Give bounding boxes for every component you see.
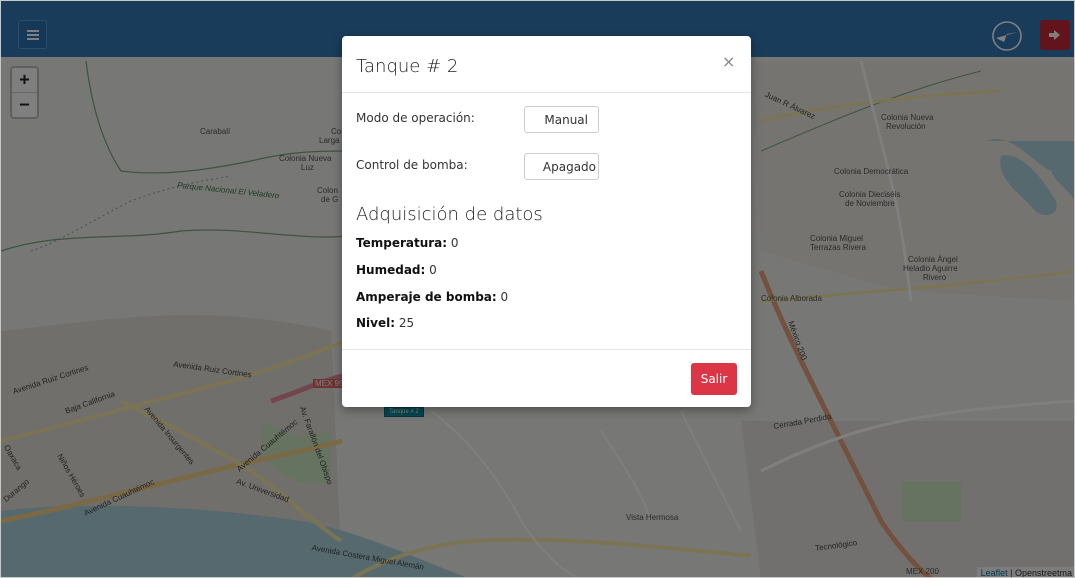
reading-humidity: Humedad: 0 (356, 263, 437, 277)
reading-label: Nivel: (356, 316, 396, 330)
reading-value: 0 (500, 290, 509, 304)
operation-mode-label: Modo de operación: (356, 111, 475, 125)
operation-mode-toggle[interactable]: Manual (524, 106, 599, 133)
reading-label: Humedad: (356, 263, 426, 277)
reading-level: Nivel: 25 (356, 316, 414, 330)
modal-header: Tanque # 2 × (342, 36, 751, 93)
pump-control-label: Control de bomba: (356, 158, 468, 172)
close-icon[interactable]: × (722, 52, 735, 71)
modal-footer-divider (342, 349, 751, 350)
modal-title: Tanque # 2 (356, 56, 459, 77)
reading-pump-amperage: Amperaje de bomba: 0 (356, 290, 508, 304)
reading-temperature: Temperatura: 0 (356, 236, 459, 250)
reading-label: Amperaje de bomba: (356, 290, 497, 304)
reading-label: Temperatura: (356, 236, 448, 250)
reading-value: 25 (398, 316, 415, 330)
reading-value: 0 (450, 236, 459, 250)
section-title: Adquisición de datos (356, 204, 543, 225)
exit-button[interactable]: Salir (691, 363, 737, 395)
operation-mode-value: Manual (544, 112, 588, 127)
app-frame: Carabalí Colonia Nueva Luz Parque Nacion… (0, 0, 1075, 578)
pump-control-toggle[interactable]: Apagado (524, 153, 599, 180)
pump-control-value: Apagado (542, 159, 596, 174)
tank-modal: Tanque # 2 × Modo de operación: Manual C… (342, 36, 751, 407)
reading-value: 0 (429, 263, 437, 277)
